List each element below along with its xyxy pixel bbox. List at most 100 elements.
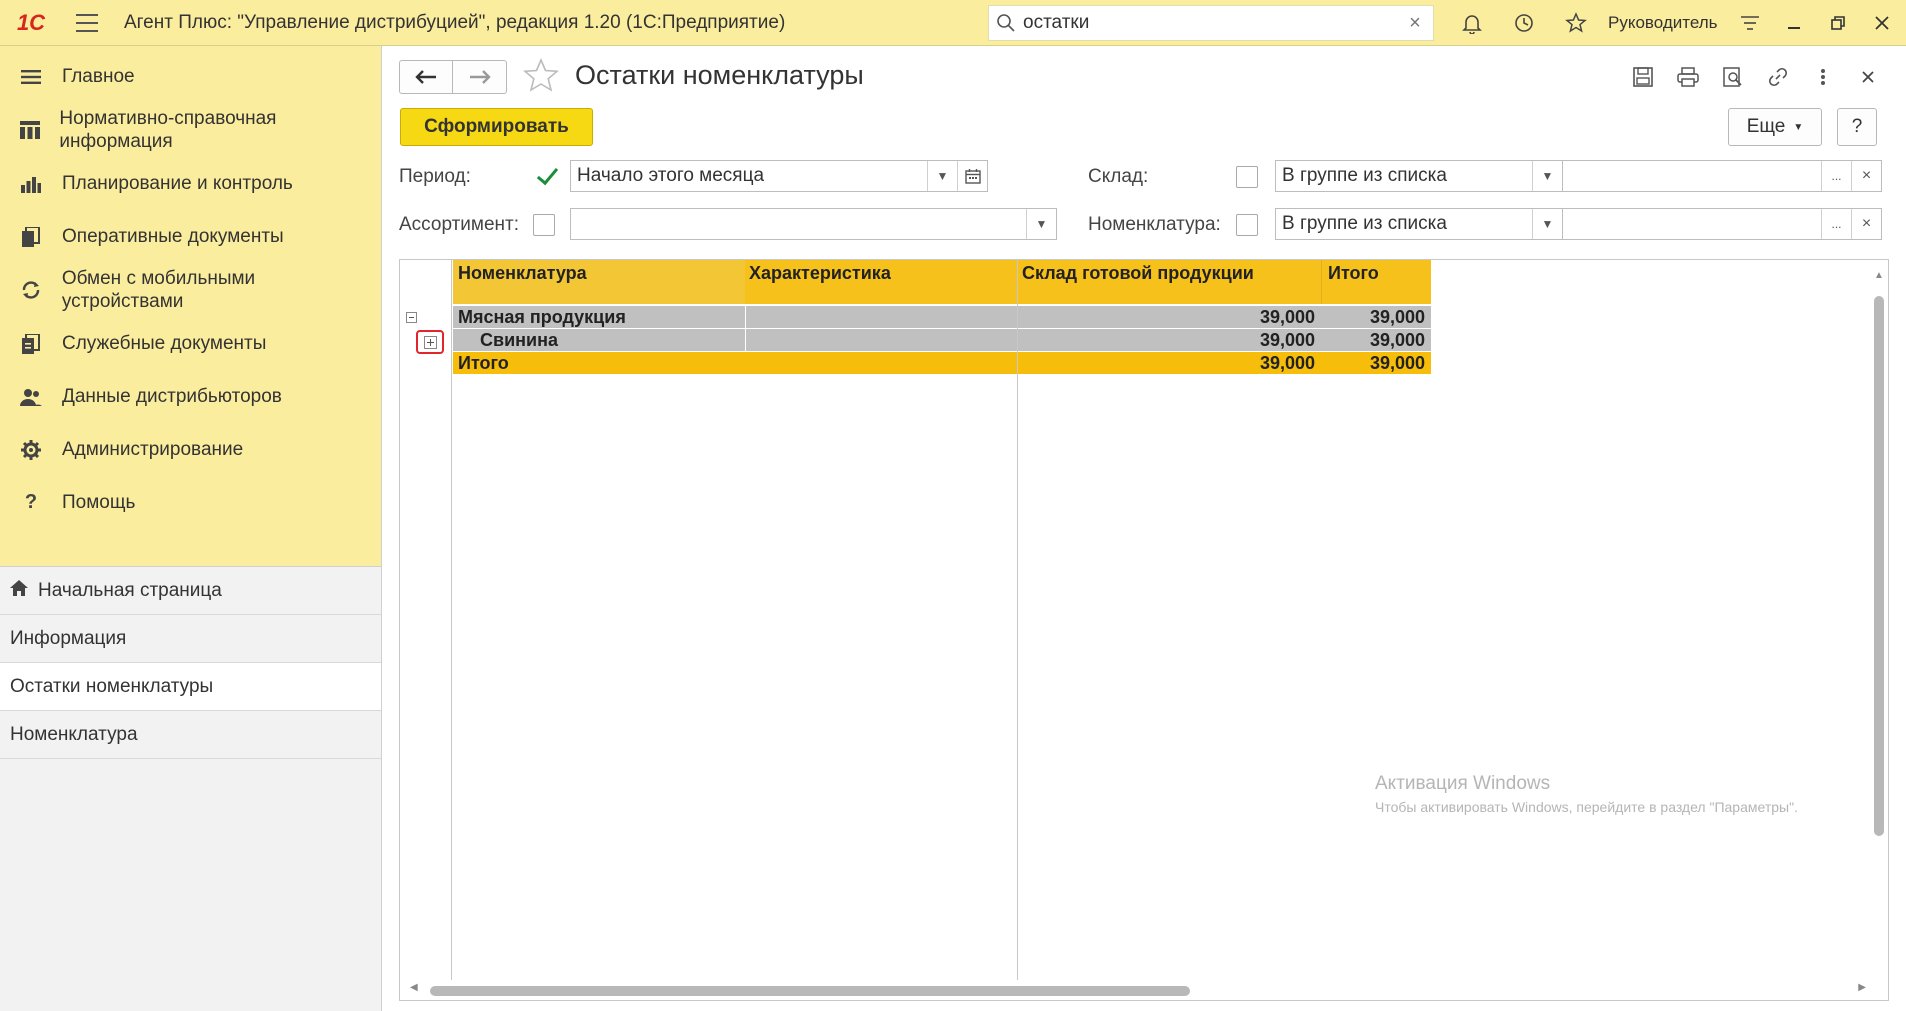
nav-item-service-docs[interactable]: Служебные документы: [0, 317, 381, 370]
home-icon: [10, 579, 28, 602]
chevron-down-icon: ▼: [1793, 121, 1804, 133]
nomenclature-label: Номенклатура:: [1088, 214, 1221, 235]
people-icon: [0, 388, 62, 406]
open-item-home[interactable]: Начальная страница: [0, 567, 381, 615]
bell-icon[interactable]: [1446, 0, 1498, 46]
expand-group-highlight[interactable]: [416, 330, 444, 354]
header-characteristic: Характеристика: [745, 260, 1017, 304]
nav-item-help[interactable]: ? Помощь: [0, 476, 381, 529]
open-item-nomenclature[interactable]: Номенклатура: [0, 711, 381, 759]
row-name: Свинина: [453, 329, 745, 351]
history-icon[interactable]: [1498, 0, 1550, 46]
nav-item-operational[interactable]: Оперативные документы: [0, 210, 381, 263]
back-button[interactable]: [399, 60, 453, 94]
print-icon[interactable]: [1665, 60, 1710, 94]
warehouse-clear-icon[interactable]: ×: [1851, 161, 1881, 191]
report-form: Остатки номенклатуры Сформировать Еще ▼ …: [383, 46, 1906, 1011]
bar-chart-icon: [0, 175, 62, 193]
main-menu-button[interactable]: [62, 0, 112, 46]
nav-item-administration[interactable]: Администрирование: [0, 423, 381, 476]
search-input[interactable]: [1023, 12, 1397, 34]
warehouse-mode-field[interactable]: В группе из списка ▼: [1275, 160, 1563, 192]
sidebar: Главное Нормативно-справочная информация…: [0, 46, 382, 1011]
assortment-checkbox[interactable]: [533, 214, 555, 236]
menu-lines-icon: [0, 69, 62, 85]
warehouse-mode-value: В группе из списка: [1282, 165, 1447, 186]
search-box[interactable]: ×: [988, 5, 1434, 41]
close-form-icon[interactable]: [1845, 60, 1890, 94]
nomenclature-mode-dropdown-icon[interactable]: ▼: [1532, 209, 1562, 239]
nav-item-main[interactable]: Главное: [0, 50, 381, 103]
more-button[interactable]: Еще ▼: [1728, 108, 1822, 146]
warehouse-mode-dropdown-icon[interactable]: ▼: [1532, 161, 1562, 191]
save-icon[interactable]: [1620, 60, 1665, 94]
warehouse-checkbox[interactable]: [1236, 166, 1258, 188]
scroll-up-icon[interactable]: ▲: [1874, 270, 1884, 281]
generate-button[interactable]: Сформировать: [400, 108, 593, 146]
vertical-scroll-thumb[interactable]: [1874, 296, 1884, 836]
sections-panel: Главное Нормативно-справочная информация…: [0, 46, 381, 566]
assortment-field[interactable]: ▼: [570, 208, 1057, 240]
app-title: Агент Плюс: "Управление дистрибуцией", р…: [124, 11, 786, 33]
vertical-scrollbar[interactable]: ▲: [1870, 260, 1888, 1000]
title-bar: 1С Агент Плюс: "Управление дистрибуцией"…: [0, 0, 1906, 46]
horizontal-scroll-thumb[interactable]: [430, 986, 1190, 996]
arrow-left-icon: [415, 70, 436, 84]
catalog-icon: [0, 121, 59, 139]
total-row-total: 39,000: [1321, 352, 1431, 374]
calendar-icon[interactable]: [957, 161, 987, 191]
period-checkbox[interactable]: [535, 166, 557, 188]
warehouse-select-button[interactable]: ...: [1821, 161, 1851, 191]
header-warehouse: Склад готовой продукции: [1018, 260, 1321, 304]
warehouse-label: Склад:: [1088, 166, 1149, 187]
scroll-left-icon[interactable]: ◀: [410, 982, 418, 993]
scroll-right-icon[interactable]: ▶: [1858, 982, 1866, 993]
nav-item-reference[interactable]: Нормативно-справочная информация: [0, 103, 381, 157]
close-window-icon[interactable]: [1860, 0, 1904, 46]
search-clear-icon[interactable]: ×: [1397, 12, 1433, 35]
report-spreadsheet[interactable]: Номенклатура Характеристика Склад готово…: [399, 259, 1889, 1001]
help-button[interactable]: ?: [1837, 108, 1877, 146]
period-label: Период:: [399, 166, 471, 187]
assortment-dropdown-icon[interactable]: ▼: [1026, 209, 1056, 239]
restore-icon[interactable]: [1816, 0, 1860, 46]
settings-menu-icon[interactable]: [1728, 0, 1772, 46]
history-nav: [399, 60, 507, 94]
user-name[interactable]: Руководитель: [1608, 13, 1718, 33]
arrow-right-icon: [469, 70, 491, 84]
app-logo: 1С: [16, 9, 46, 35]
nomenclature-mode-field[interactable]: В группе из списка ▼: [1275, 208, 1563, 240]
gear-icon: [0, 439, 62, 460]
period-field[interactable]: Начало этого месяца ▼: [570, 160, 988, 192]
nomenclature-value-field[interactable]: ... ×: [1562, 208, 1882, 240]
favorites-star-icon[interactable]: [1550, 0, 1602, 46]
form-toolbar: [1620, 60, 1890, 94]
grouping-gutter: [400, 260, 452, 1000]
top-toolbar: Руководитель: [1446, 0, 1904, 46]
open-windows-list: Начальная страница Информация Остатки но…: [0, 566, 381, 759]
row-warehouse-value: 39,000: [1018, 329, 1321, 351]
total-row-warehouse: 39,000: [1018, 352, 1321, 374]
favorite-star-icon[interactable]: [522, 57, 560, 100]
nomenclature-checkbox[interactable]: [1236, 214, 1258, 236]
search-icon: [989, 13, 1023, 33]
link-icon[interactable]: [1755, 60, 1800, 94]
preview-icon[interactable]: [1710, 60, 1755, 94]
nav-item-planning[interactable]: Планирование и контроль: [0, 157, 381, 210]
minimize-icon[interactable]: [1772, 0, 1816, 46]
warehouse-value-field[interactable]: ... ×: [1562, 160, 1882, 192]
documents-icon: [0, 226, 62, 247]
question-icon: ?: [24, 491, 38, 513]
nav-item-distributors[interactable]: Данные дистрибьюторов: [0, 370, 381, 423]
nav-item-mobile-exchange[interactable]: Обмен с мобильными устройствами: [0, 263, 381, 317]
open-item-info[interactable]: Информация: [0, 615, 381, 663]
collapse-group-icon[interactable]: [406, 312, 417, 323]
nomenclature-clear-icon[interactable]: ×: [1851, 209, 1881, 239]
more-actions-icon[interactable]: [1800, 60, 1845, 94]
forward-button[interactable]: [453, 60, 507, 94]
open-item-stock[interactable]: Остатки номенклатуры: [0, 663, 381, 711]
row-characteristic: [746, 329, 1017, 351]
horizontal-scrollbar[interactable]: ◀ ▶: [400, 980, 1888, 1000]
period-dropdown-icon[interactable]: ▼: [927, 161, 957, 191]
nomenclature-select-button[interactable]: ...: [1821, 209, 1851, 239]
